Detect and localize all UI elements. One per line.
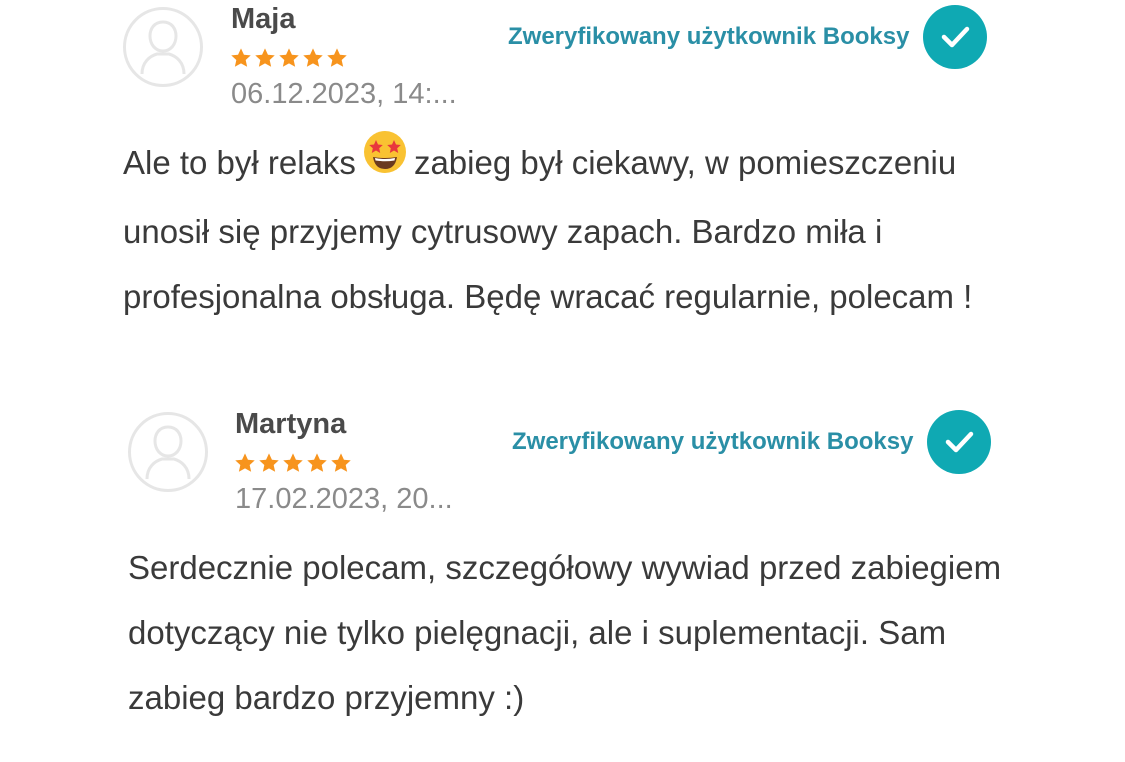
star-icon <box>283 453 303 472</box>
rating-stars <box>234 452 352 474</box>
avatar <box>123 7 203 87</box>
review-date: 06.12.2023, 14:... <box>231 78 457 110</box>
star-icon <box>235 453 255 472</box>
verified-label: Zweryfikowany użytkownik Booksy <box>512 428 914 455</box>
star-icon <box>327 48 347 67</box>
star-icon <box>255 48 275 67</box>
review-text: Ale to był relaks zabieg był ciekawy, w … <box>123 130 1003 329</box>
avatar <box>128 412 208 492</box>
star-icon <box>331 453 351 472</box>
checkmark-icon <box>927 410 992 474</box>
review-author: Martyna <box>235 408 347 440</box>
review-author: Maja <box>231 3 296 35</box>
star-icon <box>259 453 279 472</box>
star-icon <box>279 48 299 67</box>
user-silhouette-icon <box>140 20 186 75</box>
star-struck-emoji <box>362 129 408 196</box>
verified-badge: Zweryfikowany użytkownik Booksy <box>512 410 992 474</box>
review-card: Maja 06.12.2023, 14:... Zweryfikowany uż… <box>0 0 1125 390</box>
star-icon <box>307 453 327 472</box>
review-text-start: Ale to był relaks <box>123 144 356 181</box>
star-icon <box>231 48 251 67</box>
rating-stars <box>230 47 348 69</box>
checkmark-icon <box>923 5 988 69</box>
star-icon <box>303 48 323 67</box>
review-text: Serdecznie polecam, szczegółowy wywiad p… <box>128 549 1002 716</box>
user-silhouette-icon <box>145 425 191 480</box>
verified-badge: Zweryfikowany użytkownik Booksy <box>508 5 988 69</box>
verified-label: Zweryfikowany użytkownik Booksy <box>508 23 910 50</box>
review-card: Martyna 17.02.2023, 20... Zweryfikowany … <box>0 405 1125 735</box>
review-date: 17.02.2023, 20... <box>235 483 453 515</box>
